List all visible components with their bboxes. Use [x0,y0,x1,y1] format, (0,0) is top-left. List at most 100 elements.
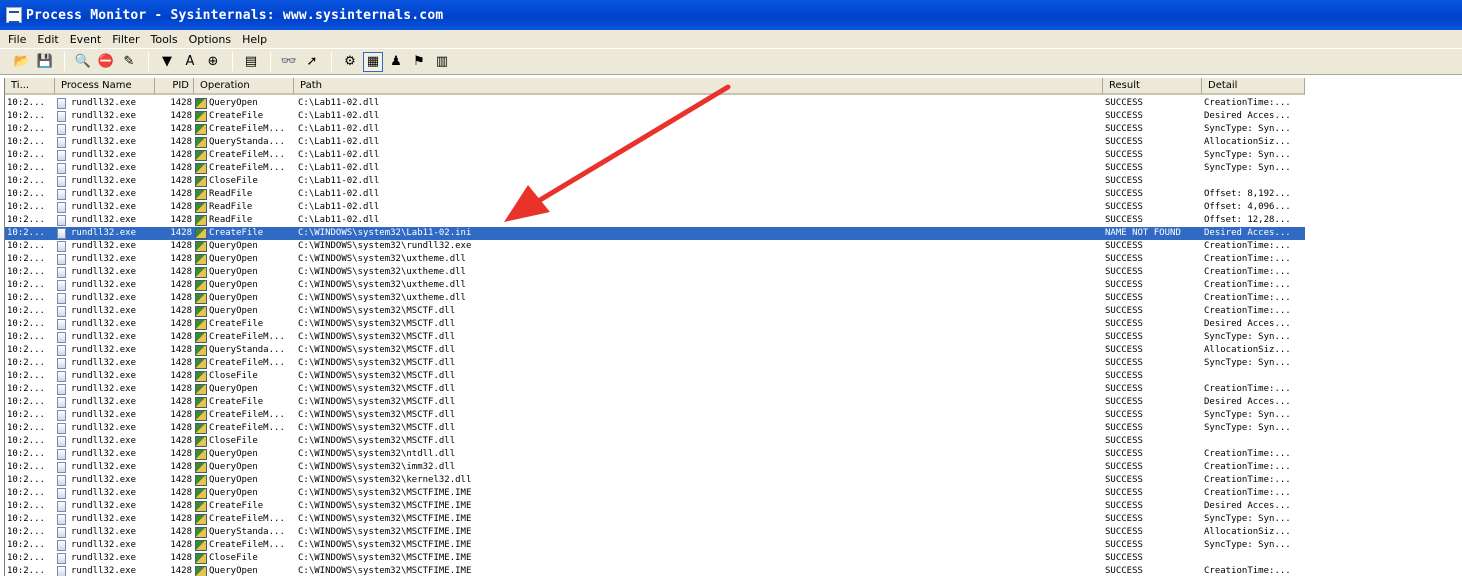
table-row[interactable]: 10:2... rundll32.exe 1428 QueryOpen C:\WINDO… [5,474,1305,487]
table-row[interactable]: 10:2... rundll32.exe 1428 QueryOpen C:\WINDO… [5,292,1305,305]
process-icon [55,383,69,396]
network-activity-icon[interactable]: ♟ [386,52,406,72]
cell-path: C:\WINDOWS\system32\MSCTFIME.IME [298,527,472,537]
table-row[interactable]: 10:2... rundll32.exe 1428 QueryStanda... C:\… [5,344,1305,357]
highlight-icon[interactable]: A [180,52,200,72]
cell-process-name: rundll32.exe [71,501,137,511]
menu-options[interactable]: Options [183,33,236,46]
profiling-icon[interactable]: ▥ [432,52,452,72]
jump-icon[interactable]: ➚ [302,52,322,72]
table-row[interactable]: 10:2... rundll32.exe 1428 CreateFile C:\WIND… [5,396,1305,409]
table-row[interactable]: 10:2... rundll32.exe 1428 CloseFile C:\WINDO… [5,435,1305,448]
menu-help[interactable]: Help [236,33,272,46]
file-operation-icon [194,175,208,188]
cell-pid: 1428 [170,98,192,108]
table-row[interactable]: 10:2... rundll32.exe 1428 QueryOpen C:\WINDO… [5,383,1305,396]
event-list[interactable]: Ti... Process Name PID Operation Path Re… [4,78,1462,576]
table-row[interactable]: 10:2... rundll32.exe 1428 CreateFile C:\WIND… [5,318,1305,331]
table-row[interactable]: 10:2... rundll32.exe 1428 CreateFileM... C:\… [5,539,1305,552]
menu-bar: File Edit Event Filter Tools Options Hel… [0,30,1462,48]
cell-pid: 1428 [170,423,192,433]
process-icon [55,227,69,240]
column-time[interactable]: Ti... [5,78,55,95]
table-row[interactable]: 10:2... rundll32.exe 1428 ReadFile C:\Lab11-… [5,201,1305,214]
column-result[interactable]: Result [1103,78,1202,95]
menu-file[interactable]: File [0,33,31,46]
menu-tools[interactable]: Tools [145,33,183,46]
column-pid[interactable]: PID [155,78,194,95]
table-row[interactable]: 10:2... rundll32.exe 1428 CreateFileM... C:\… [5,357,1305,370]
file-operation-icon [194,201,208,214]
target-icon[interactable]: ⊕ [203,52,223,72]
cell-operation: QueryOpen [209,462,258,472]
cell-time: 10:2... [7,527,45,537]
cell-pid: 1428 [170,280,192,290]
filter-icon[interactable]: ▼ [157,52,177,72]
file-operation-icon [194,500,208,513]
file-activity-icon[interactable]: ▦ [363,51,383,72]
cell-time: 10:2... [7,358,45,368]
table-row[interactable]: 10:2... rundll32.exe 1428 QueryOpen C:\WINDO… [5,253,1305,266]
cell-result: SUCCESS [1105,514,1143,524]
table-row[interactable]: 10:2... rundll32.exe 1428 CreateFileM... C:\… [5,162,1305,175]
open-icon[interactable]: 📂 [12,52,32,72]
cell-path: C:\WINDOWS\system32\MSCTF.dll [298,306,456,316]
cell-time: 10:2... [7,462,45,472]
column-detail[interactable]: Detail [1202,78,1305,95]
capture-toggle-icon[interactable]: ⛔ [96,52,116,72]
cell-operation: CreateFile [209,319,264,329]
table-row-selected[interactable]: 10:2... rundll32.exe 1428 CreateFile C:\WIND… [5,227,1305,240]
cell-detail: CreationTime:... [1204,384,1291,394]
column-process-name[interactable]: Process Name [55,78,155,95]
table-row[interactable]: 10:2... rundll32.exe 1428 CloseFile C:\Lab11… [5,175,1305,188]
process-activity-icon[interactable]: ⚑ [409,52,429,72]
table-row[interactable]: 10:2... rundll32.exe 1428 QueryOpen C:\WINDO… [5,279,1305,292]
table-row[interactable]: 10:2... rundll32.exe 1428 CreateFileM... C:\… [5,331,1305,344]
table-row[interactable]: 10:2... rundll32.exe 1428 CreateFileM... C:\… [5,409,1305,422]
cell-time: 10:2... [7,488,45,498]
table-row[interactable]: 10:2... rundll32.exe 1428 CreateFileM... C:\… [5,149,1305,162]
table-row[interactable]: 10:2... rundll32.exe 1428 QueryOpen C:\WINDO… [5,266,1305,279]
cell-path: C:\WINDOWS\system32\MSCTFIME.IME [298,553,472,563]
table-row[interactable]: 10:2... rundll32.exe 1428 QueryOpen C:\WINDO… [5,487,1305,500]
table-row[interactable]: 10:2... rundll32.exe 1428 QueryOpen C:\WINDO… [5,461,1305,474]
table-row[interactable]: 10:2... rundll32.exe 1428 CreateFileM... C:\… [5,422,1305,435]
table-row[interactable]: 10:2... rundll32.exe 1428 ReadFile C:\Lab11-… [5,214,1305,227]
cell-process-name: rundll32.exe [71,124,137,134]
cell-detail: Offset: 12,28... [1204,215,1291,225]
table-row[interactable]: 10:2... rundll32.exe 1428 CloseFile C:\WINDO… [5,552,1305,565]
column-path[interactable]: Path [294,78,1103,95]
find-icon[interactable]: 👓 [279,52,299,72]
column-operation[interactable]: Operation [194,78,294,95]
table-row[interactable]: 10:2... rundll32.exe 1428 CloseFile C:\WINDO… [5,370,1305,383]
table-row[interactable]: 10:2... rundll32.exe 1428 CreateFile C:\WIND… [5,500,1305,513]
save-icon[interactable]: 💾 [35,52,55,72]
cell-time: 10:2... [7,384,45,394]
process-tree-icon[interactable]: ▤ [241,52,261,72]
table-row[interactable]: 10:2... rundll32.exe 1428 CreateFileM... C:\… [5,123,1305,136]
magnifier-icon[interactable]: 🔍 [73,52,93,72]
menu-filter[interactable]: Filter [106,33,144,46]
table-row[interactable]: 10:2... rundll32.exe 1428 QueryOpen C:\WINDO… [5,448,1305,461]
table-row[interactable]: 10:2... rundll32.exe 1428 ReadFile C:\Lab11-… [5,188,1305,201]
process-monitor-app-icon[interactable] [6,7,22,23]
process-icon [55,565,69,576]
table-row[interactable]: 10:2... rundll32.exe 1428 QueryOpen C:\WINDO… [5,305,1305,318]
table-row[interactable]: 10:2... rundll32.exe 1428 QueryStanda... C:\… [5,136,1305,149]
cell-operation: QueryOpen [209,280,258,290]
table-row[interactable]: 10:2... rundll32.exe 1428 QueryOpen C:\WINDO… [5,240,1305,253]
process-icon [55,552,69,565]
cell-path: C:\WINDOWS\system32\uxtheme.dll [298,267,466,277]
autoscroll-icon[interactable]: ✎ [119,52,139,72]
table-row[interactable]: 10:2... rundll32.exe 1428 CreateFile C:\Lab1… [5,110,1305,123]
table-row[interactable]: 10:2... rundll32.exe 1428 QueryOpen C:\WINDO… [5,565,1305,576]
table-row[interactable]: 10:2... rundll32.exe 1428 CreateFileM... C:\… [5,513,1305,526]
menu-edit[interactable]: Edit [31,33,63,46]
table-row[interactable]: 10:2... rundll32.exe 1428 QueryOpen C:\Lab11… [5,97,1305,110]
menu-event[interactable]: Event [64,33,107,46]
file-operation-icon [194,162,208,175]
registry-activity-icon[interactable]: ⚙ [340,52,360,72]
cell-operation: ReadFile [209,189,253,199]
table-row[interactable]: 10:2... rundll32.exe 1428 QueryStanda... C:\… [5,526,1305,539]
cell-process-name: rundll32.exe [71,98,137,108]
